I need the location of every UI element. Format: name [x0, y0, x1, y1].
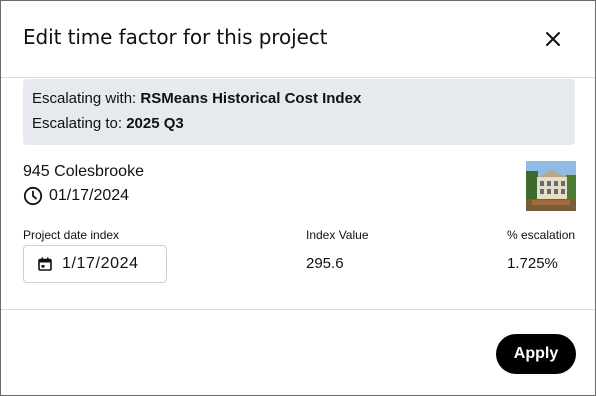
footer-divider [1, 309, 595, 310]
project-date-index-label: Project date index [23, 228, 120, 242]
close-icon [546, 32, 560, 46]
project-date-row: 01/17/2024 [23, 185, 129, 207]
dialog-title: Edit time factor for this project [23, 25, 328, 49]
escalation-value: 1.725% [507, 255, 558, 272]
clock-icon [23, 186, 43, 206]
index-value-label: Index Value [306, 228, 369, 242]
escalating-with-label: Escalating with: [32, 90, 141, 107]
escalation-label: % escalation [507, 228, 576, 242]
escalating-with-value: RSMeans Historical Cost Index [140, 90, 362, 107]
close-button[interactable] [541, 27, 565, 51]
project-date-index-value: 1/17/2024 [62, 255, 139, 272]
project-date-index-input[interactable]: 1/17/2024 [23, 245, 167, 283]
edit-time-factor-dialog: Edit time factor for this project Escala… [0, 0, 596, 396]
escalating-to-label: Escalating to: [32, 115, 127, 132]
escalation-info-box: Escalating with: RSMeans Historical Cost… [23, 79, 575, 145]
escalating-to-value: 2025 Q3 [126, 115, 184, 132]
project-date: 01/17/2024 [49, 187, 130, 204]
escalating-to-line: Escalating to: 2025 Q3 [32, 115, 184, 132]
index-value: 295.6 [306, 255, 344, 272]
escalating-with-line: Escalating with: RSMeans Historical Cost… [32, 90, 361, 107]
project-thumbnail [526, 161, 576, 211]
apply-button[interactable]: Apply [496, 334, 576, 374]
project-name: 945 Colesbrooke [23, 163, 144, 180]
calendar-icon [38, 257, 52, 271]
header-divider [1, 77, 595, 78]
dialog-header: Edit time factor for this project [1, 1, 595, 77]
